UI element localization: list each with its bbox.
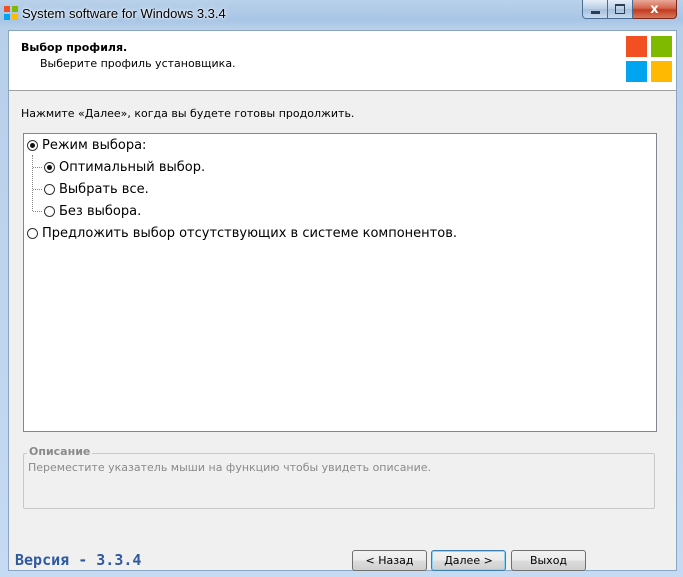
tree-connector: [33, 167, 42, 168]
option-label: Режим выбора:: [42, 137, 147, 153]
option-label: Оптимальный выбор.: [59, 159, 206, 175]
back-button[interactable]: < Назад: [352, 550, 427, 571]
minimize-icon: [590, 10, 600, 14]
option-optimal[interactable]: Оптимальный выбор.: [44, 157, 205, 177]
description-legend: Описание: [27, 445, 93, 458]
page-title: Выбор профиля.: [21, 41, 128, 54]
radio-icon[interactable]: [27, 227, 38, 239]
option-selection-mode[interactable]: Режим выбора:: [27, 135, 146, 155]
windows-logo-icon: [626, 36, 674, 84]
maximize-button[interactable]: [608, 0, 633, 19]
minimize-button[interactable]: [582, 0, 608, 19]
tree-connector: [33, 189, 42, 190]
option-label: Выбрать все.: [59, 181, 149, 197]
exit-button[interactable]: Выход: [511, 550, 586, 571]
window-title: System software for Windows 3.3.4: [22, 6, 226, 21]
close-button[interactable]: x: [633, 0, 677, 19]
option-suggest-missing[interactable]: Предложить выбор отсутствующих в системе…: [27, 223, 457, 243]
maximize-icon: [615, 4, 625, 14]
next-button[interactable]: Далее >: [431, 550, 506, 571]
description-text: Переместите указатель мыши на функцию чт…: [28, 461, 432, 474]
option-label: Предложить выбор отсутствующих в системе…: [42, 225, 457, 241]
wizard-client-area: Выбор профиля. Выберите профиль установщ…: [8, 30, 677, 571]
instruction-text: Нажмите «Далее», когда вы будете готовы …: [21, 107, 355, 120]
option-no-selection[interactable]: Без выбора.: [44, 201, 141, 221]
radio-icon[interactable]: [44, 205, 55, 217]
radio-icon[interactable]: [27, 139, 38, 151]
wizard-header: Выбор профиля. Выберите профиль установщ…: [9, 31, 676, 91]
tree-connector: [32, 155, 33, 211]
tree-connector: [33, 211, 42, 212]
close-icon: x: [650, 1, 659, 17]
title-bar[interactable]: System software for Windows 3.3.4 x: [0, 0, 683, 28]
caption-buttons: x: [582, 0, 677, 20]
installer-window: System software for Windows 3.3.4 x Выбо…: [0, 0, 683, 577]
option-select-all[interactable]: Выбрать все.: [44, 179, 149, 199]
option-label: Без выбора.: [59, 203, 142, 219]
radio-icon[interactable]: [44, 161, 55, 173]
radio-icon[interactable]: [44, 183, 55, 195]
version-label: Версия - 3.3.4: [15, 551, 142, 569]
page-subtitle: Выберите профиль установщика.: [40, 57, 236, 70]
app-icon[interactable]: [4, 6, 20, 22]
profile-tree[interactable]: Режим выбора: Оптимальный выбор. Выбрать…: [23, 133, 657, 432]
